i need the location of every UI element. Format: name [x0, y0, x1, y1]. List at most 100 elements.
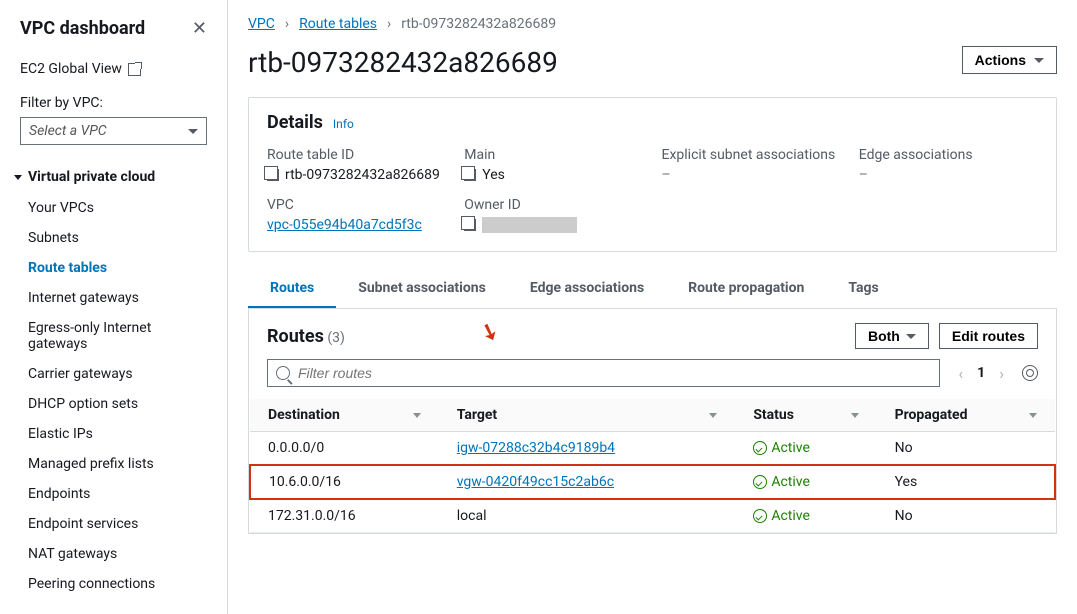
cell-target: local [439, 499, 736, 533]
sidebar-title: VPC dashboard [20, 18, 145, 39]
col-status[interactable]: Status [735, 399, 876, 432]
explicit-subnet-label: Explicit subnet associations [662, 147, 841, 163]
nav-section-vpc[interactable]: Virtual private cloud [0, 161, 227, 193]
routes-count: (3) [327, 330, 345, 346]
col-destination[interactable]: Destination [250, 399, 439, 432]
sidebar-item-route-tables[interactable]: Route tables [0, 253, 227, 283]
edge-assoc-label: Edge associations [859, 147, 1038, 163]
edit-routes-label: Edit routes [952, 328, 1025, 344]
both-label: Both [868, 328, 900, 344]
copy-icon[interactable] [267, 169, 279, 181]
filter-routes-input[interactable] [267, 359, 940, 387]
search-icon [276, 366, 290, 380]
edit-routes-button[interactable]: Edit routes [939, 323, 1038, 349]
actions-button[interactable]: Actions [962, 46, 1057, 74]
sidebar-item-egress-only-internet-gateways[interactable]: Egress-only Internet gateways [0, 313, 227, 359]
sidebar-item-endpoint-services[interactable]: Endpoint services [0, 509, 227, 539]
gear-icon[interactable] [1022, 365, 1038, 381]
tab-tags[interactable]: Tags [826, 270, 900, 308]
page-title: rtb-0973282432a826689 [248, 46, 558, 79]
col-propagated[interactable]: Propagated [877, 399, 1055, 432]
target-link[interactable]: vgw-0420f49cc15c2ab6c [457, 474, 614, 490]
tab-edge-associations[interactable]: Edge associations [508, 270, 666, 308]
close-icon[interactable]: ✕ [192, 18, 207, 39]
breadcrumb: VPC › Route tables › rtb-0973282432a8266… [248, 16, 1057, 40]
edge-assoc-value: – [859, 167, 1038, 183]
chevron-down-icon [188, 129, 198, 134]
table-row: 10.6.0.0/16vgw-0420f49cc15c2ab6cActiveYe… [250, 465, 1055, 499]
breadcrumb-route-tables[interactable]: Route tables [299, 16, 377, 32]
breadcrumb-sep: › [387, 16, 391, 32]
sidebar-item-carrier-gateways[interactable]: Carrier gateways [0, 359, 227, 389]
table-row: 172.31.0.0/16localActiveNo [250, 499, 1055, 533]
ec2-link-label: EC2 Global View [20, 61, 122, 77]
cell-target: vgw-0420f49cc15c2ab6c [439, 465, 736, 499]
table-row: 0.0.0.0/0igw-07288c32b4c9189b4ActiveNo [250, 432, 1055, 466]
both-dropdown[interactable]: Both [855, 323, 929, 349]
owner-id-label: Owner ID [464, 197, 643, 213]
cell-propagated: No [877, 432, 1055, 466]
route-table-id-value: rtb-0973282432a826689 [285, 167, 440, 183]
routes-title: Routes [267, 326, 324, 347]
sidebar-item-endpoints[interactable]: Endpoints [0, 479, 227, 509]
vpc-link[interactable]: vpc-055e94b40a7cd5f3c [267, 217, 422, 233]
cell-propagated: No [877, 499, 1055, 533]
owner-id-redacted [482, 217, 577, 233]
sidebar-item-subnets[interactable]: Subnets [0, 223, 227, 253]
tab-route-propagation[interactable]: Route propagation [666, 270, 826, 308]
copy-icon[interactable] [464, 169, 476, 181]
filter-routes-field[interactable] [298, 365, 931, 381]
sort-icon [413, 413, 421, 418]
chevron-down-icon [1034, 58, 1044, 63]
filter-by-vpc-label: Filter by VPC: [0, 85, 227, 117]
info-link[interactable]: Info [333, 117, 354, 131]
cell-destination: 0.0.0.0/0 [250, 432, 439, 466]
sidebar-item-elastic-ips[interactable]: Elastic IPs [0, 419, 227, 449]
routes-card: Routes (3) Both Edit routes ‹ 1 [248, 308, 1057, 534]
details-title: Details [267, 112, 323, 133]
explicit-subnet-value: – [662, 167, 841, 183]
sidebar-item-internet-gateways[interactable]: Internet gateways [0, 283, 227, 313]
next-page[interactable]: › [995, 362, 1008, 385]
cell-destination: 172.31.0.0/16 [250, 499, 439, 533]
cell-status: Active [735, 465, 876, 499]
sidebar-item-nat-gateways[interactable]: NAT gateways [0, 539, 227, 569]
chevron-down-icon [906, 334, 916, 339]
main-value: Yes [482, 167, 505, 183]
pagination: ‹ 1 › [954, 362, 1008, 385]
check-circle-icon [753, 475, 767, 489]
copy-icon[interactable] [464, 219, 476, 231]
col-target[interactable]: Target [439, 399, 736, 432]
breadcrumb-vpc[interactable]: VPC [248, 16, 275, 32]
tab-subnet-associations[interactable]: Subnet associations [336, 270, 508, 308]
main-label: Main [464, 147, 643, 163]
sort-icon [709, 413, 717, 418]
details-card: Details Info Route table ID rtb-09732824… [248, 97, 1057, 252]
sort-icon [851, 413, 859, 418]
sort-icon [1029, 413, 1037, 418]
tab-routes[interactable]: Routes [248, 270, 336, 308]
breadcrumb-current: rtb-0973282432a826689 [401, 16, 556, 32]
route-table-id-label: Route table ID [267, 147, 446, 163]
nav-section-label: Virtual private cloud [28, 169, 155, 185]
cell-target: igw-07288c32b4c9189b4 [439, 432, 736, 466]
sidebar-item-dhcp-option-sets[interactable]: DHCP option sets [0, 389, 227, 419]
check-circle-icon [753, 509, 767, 523]
cell-destination: 10.6.0.0/16 [250, 465, 439, 499]
routes-table: DestinationTargetStatusPropagated 0.0.0.… [249, 399, 1056, 533]
ec2-global-view-link[interactable]: EC2 Global View [0, 53, 227, 85]
sidebar-item-peering-connections[interactable]: Peering connections [0, 569, 227, 599]
cell-status: Active [735, 499, 876, 533]
target-link[interactable]: igw-07288c32b4c9189b4 [457, 440, 615, 456]
tabs: RoutesSubnet associationsEdge associatio… [248, 270, 1057, 309]
sidebar: VPC dashboard ✕ EC2 Global View Filter b… [0, 0, 228, 614]
sidebar-item-your-vpcs[interactable]: Your VPCs [0, 193, 227, 223]
prev-page[interactable]: ‹ [954, 362, 967, 385]
page-number: 1 [977, 365, 985, 381]
sidebar-item-managed-prefix-lists[interactable]: Managed prefix lists [0, 449, 227, 479]
check-circle-icon [753, 441, 767, 455]
actions-label: Actions [975, 52, 1026, 68]
external-link-icon [128, 63, 141, 76]
vpc-select[interactable]: Select a VPC [20, 117, 207, 145]
vpc-select-placeholder: Select a VPC [29, 123, 107, 139]
